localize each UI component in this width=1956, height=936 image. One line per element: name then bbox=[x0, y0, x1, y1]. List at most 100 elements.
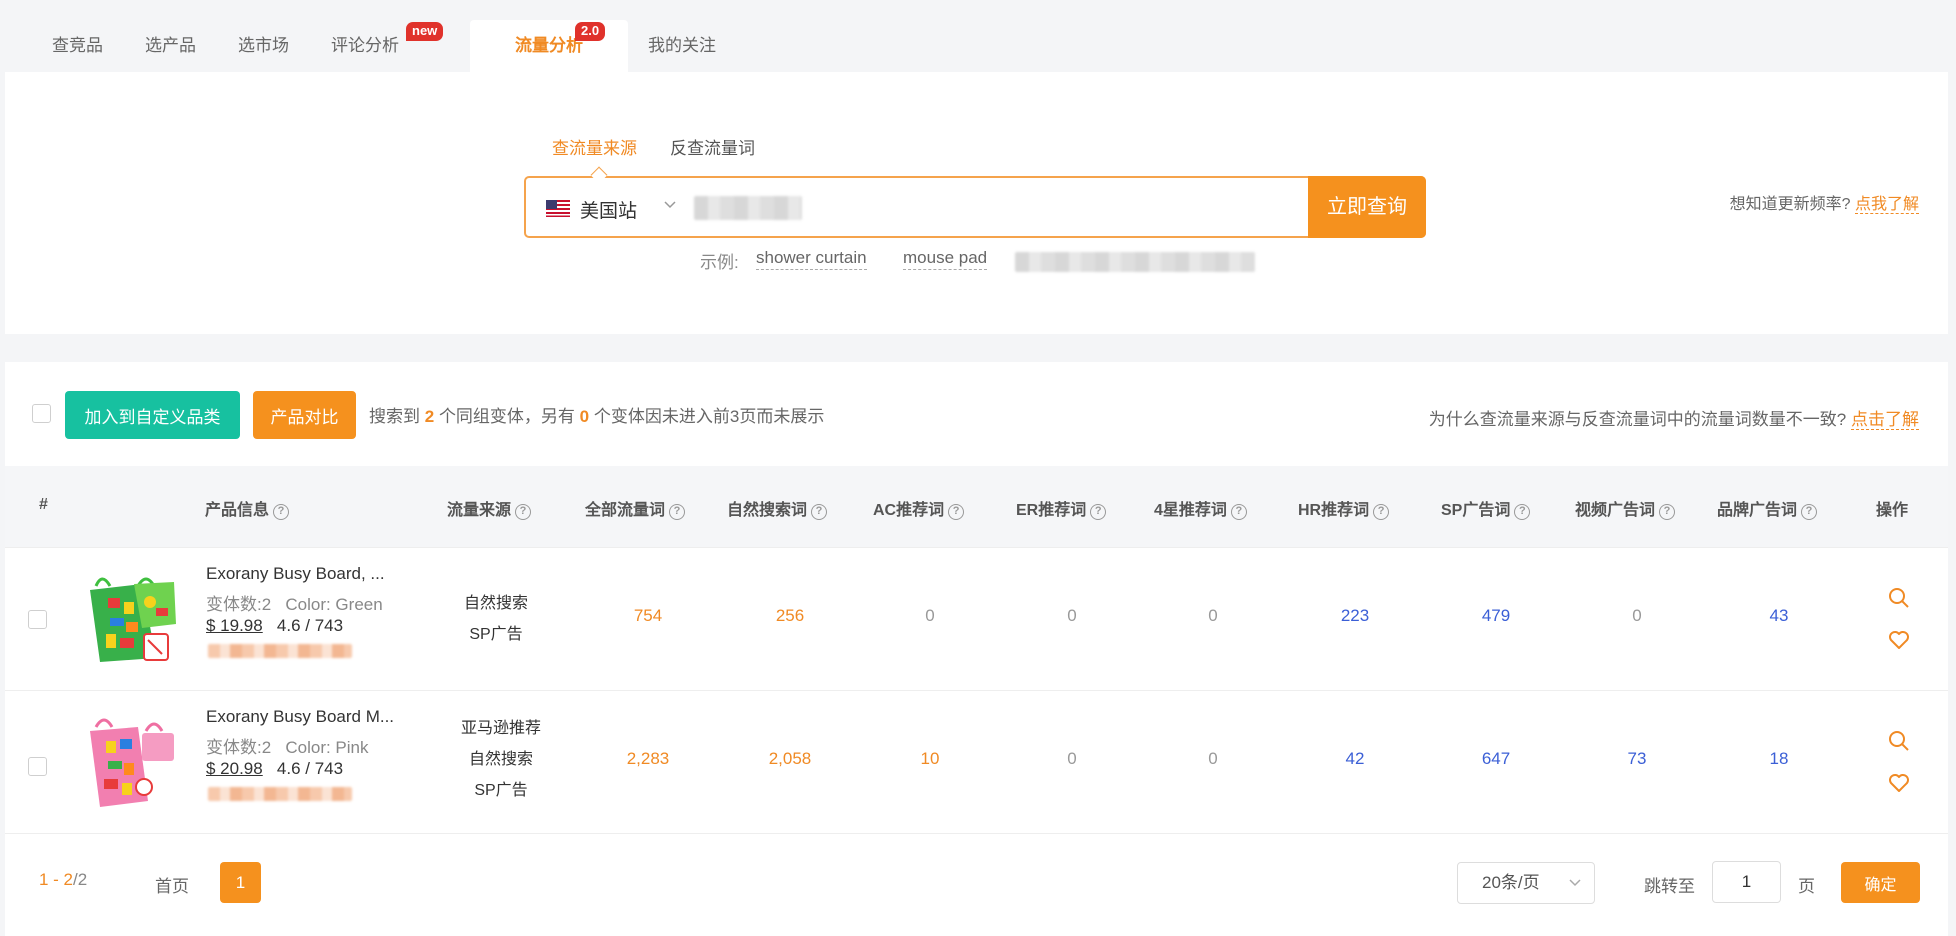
traffic-source-tag: SP广告 bbox=[469, 626, 523, 643]
col-hr-keywords[interactable]: HR推荐词? bbox=[1298, 496, 1390, 520]
tab-my-follows[interactable]: 我的关注 bbox=[648, 26, 716, 72]
traffic-source-tag: 自然搜索 bbox=[468, 751, 533, 768]
variant-color: Color: Pink bbox=[285, 738, 369, 757]
col-organic-keywords[interactable]: 自然搜索词? bbox=[727, 496, 828, 520]
product-image[interactable] bbox=[86, 568, 178, 668]
organic-keywords-value[interactable]: 256 bbox=[740, 606, 840, 626]
header-label: ER推荐词 bbox=[1016, 502, 1087, 519]
tab-competitors[interactable]: 查竞品 bbox=[52, 26, 103, 72]
header-label: HR推荐词 bbox=[1298, 502, 1370, 519]
search-icon[interactable] bbox=[1887, 586, 1911, 610]
product-title-link[interactable]: Exorany Busy Board M... bbox=[206, 707, 394, 727]
page-size-select[interactable]: 20条/页 bbox=[1457, 862, 1595, 904]
learn-more-link[interactable]: 点我了解 bbox=[1854, 196, 1919, 214]
site-selector[interactable]: 美国站 bbox=[580, 196, 637, 223]
keyword-count-question: 为什么查流量来源与反查流量词中的流量词数量不一致? bbox=[1428, 410, 1847, 429]
row-checkbox[interactable] bbox=[28, 757, 47, 776]
header-label: 品牌广告词 bbox=[1717, 502, 1798, 519]
top-tab-bar: 查竞品 选产品 选市场 评论分析 new 流量分析 2.0 我的关注 bbox=[0, 0, 1956, 72]
hr-keywords-value[interactable]: 42 bbox=[1305, 749, 1405, 769]
tab-reverse-keywords[interactable]: 反查流量词 bbox=[670, 134, 755, 159]
video-ad-keywords-value[interactable]: 73 bbox=[1587, 749, 1687, 769]
er-keywords-value: 0 bbox=[1067, 749, 1077, 768]
rating: 4.6 / 743 bbox=[276, 759, 344, 778]
example-link[interactable]: mouse pad bbox=[903, 248, 988, 270]
header-label: 自然搜索词 bbox=[727, 502, 808, 519]
help-icon[interactable]: ? bbox=[1801, 504, 1818, 520]
help-icon[interactable]: ? bbox=[1373, 504, 1390, 520]
variant-count: 2 bbox=[424, 407, 435, 426]
heart-icon[interactable] bbox=[1887, 628, 1911, 652]
header-label: 流量来源 bbox=[447, 502, 512, 519]
table-row: Exorany Busy Board, ... 变体数:2 Color: Gre… bbox=[5, 548, 1948, 691]
col-video-ad-keywords[interactable]: 视频广告词? bbox=[1575, 496, 1676, 520]
table-header: # 产品信息? 流量来源? 全部流量词? 自然搜索词? AC推荐词? ER推荐词… bbox=[5, 466, 1948, 548]
examples-label: 示例: bbox=[700, 253, 739, 272]
4star-keywords-value: 0 bbox=[1208, 749, 1218, 768]
update-frequency-hint: 想知道更新频率? 点我了解 bbox=[1730, 190, 1919, 214]
compare-products-button[interactable]: 产品对比 bbox=[253, 391, 356, 439]
chevron-down-icon[interactable] bbox=[662, 196, 678, 217]
help-icon[interactable]: ? bbox=[669, 504, 686, 520]
col-er-keywords[interactable]: ER推荐词? bbox=[1016, 496, 1107, 520]
page-number-current[interactable]: 1 bbox=[220, 862, 261, 903]
variant-color: Color: Green bbox=[285, 595, 383, 614]
brand-ad-keywords-value[interactable]: 18 bbox=[1729, 749, 1829, 769]
all-keywords-value[interactable]: 2,283 bbox=[598, 749, 698, 769]
all-keywords-value[interactable]: 754 bbox=[598, 606, 698, 626]
help-icon[interactable]: ? bbox=[1090, 504, 1107, 520]
first-page-link[interactable]: 首页 bbox=[155, 872, 189, 897]
sp-ad-keywords-value[interactable]: 647 bbox=[1446, 749, 1546, 769]
col-4star-keywords[interactable]: 4星推荐词? bbox=[1154, 496, 1247, 520]
select-all-checkbox[interactable] bbox=[32, 404, 51, 423]
keyword-count-hint: 为什么查流量来源与反查流量词中的流量词数量不一致? 点击了解 bbox=[1429, 405, 1919, 430]
table-row: Exorany Busy Board M... 变体数:2 Color: Pin… bbox=[5, 691, 1948, 834]
product-variants: 变体数:2 Color: Green bbox=[206, 590, 383, 615]
col-brand-ad-keywords[interactable]: 品牌广告词? bbox=[1717, 496, 1818, 520]
tab-products[interactable]: 选产品 bbox=[145, 26, 196, 72]
tab-review-analysis[interactable]: 评论分析 bbox=[331, 26, 399, 72]
help-icon[interactable]: ? bbox=[273, 504, 290, 520]
search-icon[interactable] bbox=[1887, 729, 1911, 753]
jump-to-page-input[interactable] bbox=[1712, 861, 1781, 903]
help-icon[interactable]: ? bbox=[515, 504, 532, 520]
tab-traffic-source[interactable]: 查流量来源 bbox=[552, 134, 637, 159]
tab-markets[interactable]: 选市场 bbox=[238, 26, 289, 72]
redacted-asin bbox=[208, 644, 352, 658]
product-image[interactable] bbox=[86, 711, 178, 811]
example-link[interactable]: shower curtain bbox=[756, 248, 867, 270]
learn-more-link[interactable]: 点击了解 bbox=[1851, 410, 1919, 430]
ac-keywords-value: 0 bbox=[925, 606, 935, 625]
video-ad-keywords-value: 0 bbox=[1632, 606, 1642, 625]
product-title-link[interactable]: Exorany Busy Board, ... bbox=[206, 564, 385, 584]
help-icon[interactable]: ? bbox=[1514, 504, 1531, 520]
header-label: AC推荐词 bbox=[873, 502, 945, 519]
help-icon[interactable]: ? bbox=[1659, 504, 1676, 520]
heart-icon[interactable] bbox=[1887, 771, 1911, 795]
col-ac-keywords[interactable]: AC推荐词? bbox=[873, 496, 965, 520]
help-icon[interactable]: ? bbox=[948, 504, 965, 520]
confirm-jump-button[interactable]: 确定 bbox=[1841, 862, 1920, 903]
add-to-custom-category-button[interactable]: 加入到自定义品类 bbox=[65, 391, 240, 439]
sp-ad-keywords-value[interactable]: 479 bbox=[1446, 606, 1546, 626]
help-icon[interactable]: ? bbox=[811, 504, 828, 520]
search-button[interactable]: 立即查询 bbox=[1308, 176, 1426, 238]
hr-keywords-value[interactable]: 223 bbox=[1305, 606, 1405, 626]
col-all-keywords[interactable]: 全部流量词? bbox=[585, 496, 686, 520]
range-text: 1 - 2 bbox=[39, 870, 74, 889]
ac-keywords-value[interactable]: 10 bbox=[880, 749, 980, 769]
er-keywords-value: 0 bbox=[1067, 606, 1077, 625]
example-link-redacted[interactable] bbox=[1015, 252, 1255, 272]
brand-ad-keywords-value[interactable]: 43 bbox=[1729, 606, 1829, 626]
product-price-rating: $ 19.98 4.6 / 743 bbox=[206, 616, 343, 636]
summary-text: 搜索到 bbox=[369, 407, 420, 426]
search-input[interactable] bbox=[694, 196, 802, 220]
price: $ 20.98 bbox=[206, 759, 263, 778]
organic-keywords-value[interactable]: 2,058 bbox=[740, 749, 840, 769]
row-checkbox[interactable] bbox=[28, 610, 47, 629]
col-sp-ad-keywords[interactable]: SP广告词? bbox=[1441, 496, 1531, 520]
hidden-variant-count: 0 bbox=[579, 407, 590, 426]
traffic-sources: 亚马逊推荐 自然搜索 SP广告 bbox=[441, 713, 561, 806]
chevron-down-icon bbox=[1568, 863, 1582, 918]
help-icon[interactable]: ? bbox=[1230, 504, 1247, 520]
